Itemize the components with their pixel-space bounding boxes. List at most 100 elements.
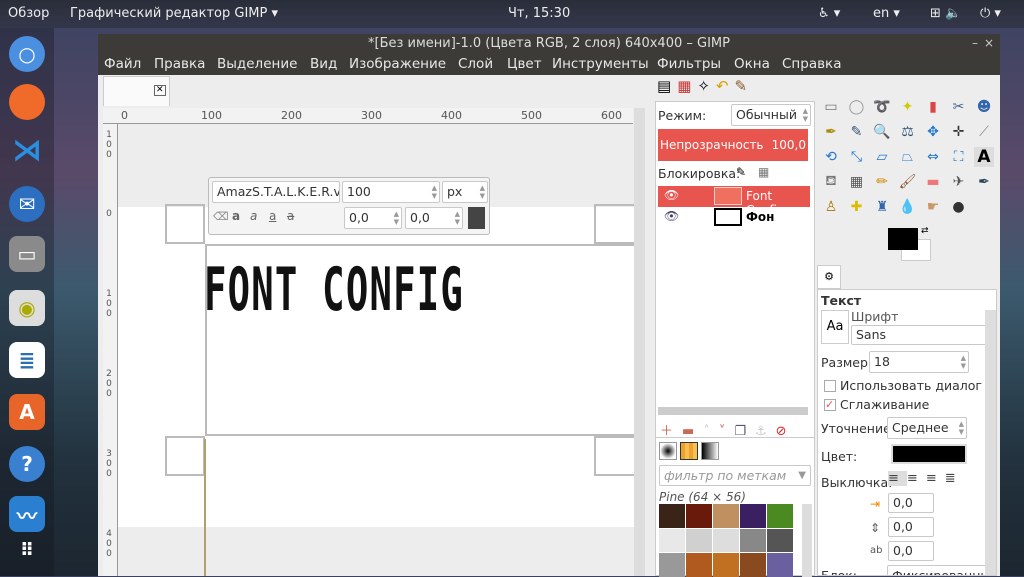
resize-handle[interactable]: [594, 436, 634, 476]
font-size-field[interactable]: 100 ▲ ▼: [342, 181, 440, 203]
clone-tool-icon[interactable]: ♙: [821, 197, 841, 217]
vscode-icon[interactable]: ⋊: [9, 132, 45, 168]
menu-view[interactable]: Вид: [310, 56, 337, 72]
undo-tab-icon[interactable]: ↶: [716, 77, 735, 95]
menu-windows[interactable]: Окна: [734, 56, 770, 72]
strikethrough-icon[interactable]: a: [287, 209, 294, 223]
ellipse-select-tool-icon[interactable]: ◯: [847, 97, 867, 117]
pattern-swatch[interactable]: [659, 553, 685, 577]
vertical-scrollbar[interactable]: [634, 108, 645, 576]
close-button[interactable]: ×: [984, 36, 994, 50]
font-preview-button[interactable]: Aa: [821, 310, 849, 344]
software-icon[interactable]: A: [9, 394, 45, 430]
text-color-button[interactable]: [891, 444, 967, 464]
paintbrush-tool-icon[interactable]: 🖌: [898, 172, 918, 192]
dodge-burn-tool-icon[interactable]: ●: [949, 197, 969, 217]
network-icon[interactable]: ⊞ 🔈: [930, 6, 961, 21]
patterns-scrollbar[interactable]: [802, 504, 812, 577]
files-icon[interactable]: ▭: [9, 236, 45, 272]
unit-select[interactable]: px ▲ ▼: [442, 181, 488, 203]
perspective-tool-icon[interactable]: ⏢: [898, 147, 918, 167]
tool-options-tab[interactable]: ⚙: [817, 265, 841, 289]
patterns-tab[interactable]: [680, 442, 698, 460]
pattern-swatch[interactable]: [686, 504, 712, 528]
layers-scrollbar[interactable]: [658, 407, 808, 415]
horizontal-ruler[interactable]: 0 100 200 300 400 500 600: [103, 108, 633, 124]
resize-handle[interactable]: [594, 204, 634, 244]
paths-tab-icon[interactable]: ✧: [697, 77, 716, 95]
menu-file[interactable]: Файл: [104, 56, 141, 72]
flip-tool-icon[interactable]: ⇔: [923, 147, 943, 167]
vertical-ruler[interactable]: 100 0 100 200 300 400: [103, 124, 118, 576]
eraser-tool-icon[interactable]: ▬: [923, 172, 943, 192]
box-select[interactable]: Фиксированный: [887, 565, 996, 575]
pattern-swatch[interactable]: [767, 528, 793, 553]
lock-pixels-icon[interactable]: ✎: [736, 165, 746, 179]
color-picker-tool-icon[interactable]: ✎: [847, 122, 867, 142]
help-icon[interactable]: ?: [9, 446, 45, 482]
font-field[interactable]: AmazS.T.A.L.K.E.R.v: [212, 181, 340, 203]
pattern-swatch[interactable]: [713, 504, 739, 528]
menu-filters[interactable]: Фильтры: [657, 56, 721, 72]
menu-help[interactable]: Справка: [782, 56, 841, 72]
rect-select-tool-icon[interactable]: ▭: [821, 97, 841, 117]
thunderbird-icon[interactable]: ✉: [9, 186, 45, 222]
pattern-grid[interactable]: [659, 504, 795, 577]
zoom-tool-icon[interactable]: 🔍: [872, 122, 892, 142]
layer-name[interactable]: Фон: [746, 210, 774, 224]
tag-filter-input[interactable]: фильтр по меткам ▼: [659, 465, 811, 486]
lock-alpha-icon[interactable]: ▦: [758, 165, 769, 179]
show-apps-icon[interactable]: ⠿: [9, 532, 45, 568]
color-select-tool-icon[interactable]: ▮: [923, 97, 943, 117]
pattern-swatch[interactable]: [659, 504, 685, 528]
menu-color[interactable]: Цвет: [507, 56, 542, 72]
clear-style-icon[interactable]: ⌫: [213, 210, 229, 223]
justify-fill-icon[interactable]: ≣: [945, 471, 964, 486]
free-select-tool-icon[interactable]: ➰: [872, 97, 892, 117]
crop-tool-icon[interactable]: ⟋: [974, 122, 994, 142]
pattern-swatch[interactable]: [740, 528, 766, 553]
ink-tool-icon[interactable]: ✒: [974, 172, 994, 192]
pattern-swatch[interactable]: [713, 528, 739, 553]
menu-select[interactable]: Выделение: [217, 56, 297, 72]
layers-tab-icon[interactable]: ▤: [657, 77, 677, 95]
foreground-color[interactable]: [888, 228, 918, 250]
resize-handle[interactable]: [165, 436, 205, 476]
italic-icon[interactable]: a: [250, 209, 257, 223]
writer-icon[interactable]: ≣: [9, 342, 45, 378]
measure-tool-icon[interactable]: ⚖: [898, 122, 918, 142]
language-menu[interactable]: en ▾: [873, 6, 900, 21]
resize-handle[interactable]: [165, 204, 205, 244]
layer-row[interactable]: 👁 Фон: [658, 207, 810, 228]
shear-tool-icon[interactable]: ▱: [872, 147, 892, 167]
baseline-field[interactable]: 0,0 ▲ ▼: [344, 207, 402, 229]
bucket-fill-tool-icon[interactable]: ⛾: [821, 172, 841, 192]
chromium-icon[interactable]: ○: [9, 36, 45, 72]
antialias-checkbox[interactable]: ✓: [824, 399, 836, 411]
align-tool-icon[interactable]: ✛: [949, 122, 969, 142]
layer-row[interactable]: 👁 Font Config: [658, 186, 810, 217]
rotate-tool-icon[interactable]: ⟲: [821, 147, 841, 167]
menu-edit[interactable]: Правка: [154, 56, 205, 72]
pattern-swatch[interactable]: [659, 528, 685, 553]
justify-left-icon[interactable]: ≡: [888, 471, 907, 486]
move-tool-icon[interactable]: ✥: [923, 122, 943, 142]
system-monitor-icon[interactable]: 〰: [9, 496, 45, 532]
paths-tool-icon[interactable]: ✒: [821, 122, 841, 142]
justify-right-icon[interactable]: ≡: [907, 471, 926, 486]
smudge-tool-icon[interactable]: ☛: [923, 197, 943, 217]
menu-tools[interactable]: Инструменты: [552, 56, 649, 72]
visibility-eye-icon[interactable]: 👁: [664, 209, 679, 223]
opacity-slider[interactable]: Непрозрачность 100,0: [658, 129, 808, 161]
scissors-tool-icon[interactable]: ✂: [949, 97, 969, 117]
dock-tabs[interactable]: ▤▦✧↶✎: [657, 77, 762, 99]
pattern-swatch[interactable]: [740, 504, 766, 528]
hinting-select[interactable]: Среднее ▲ ▼: [887, 417, 967, 439]
fuzzy-select-tool-icon[interactable]: ✦: [898, 97, 918, 117]
size-field[interactable]: 18 ▲ ▼: [869, 351, 969, 373]
pencil-tool-icon[interactable]: ✏: [872, 172, 892, 192]
accessibility-menu[interactable]: ♿ ▾: [818, 6, 840, 21]
line-spacing-field[interactable]: 0,0: [888, 517, 934, 537]
minimize-button[interactable]: –: [972, 36, 978, 50]
gradients-tab[interactable]: [701, 442, 719, 460]
